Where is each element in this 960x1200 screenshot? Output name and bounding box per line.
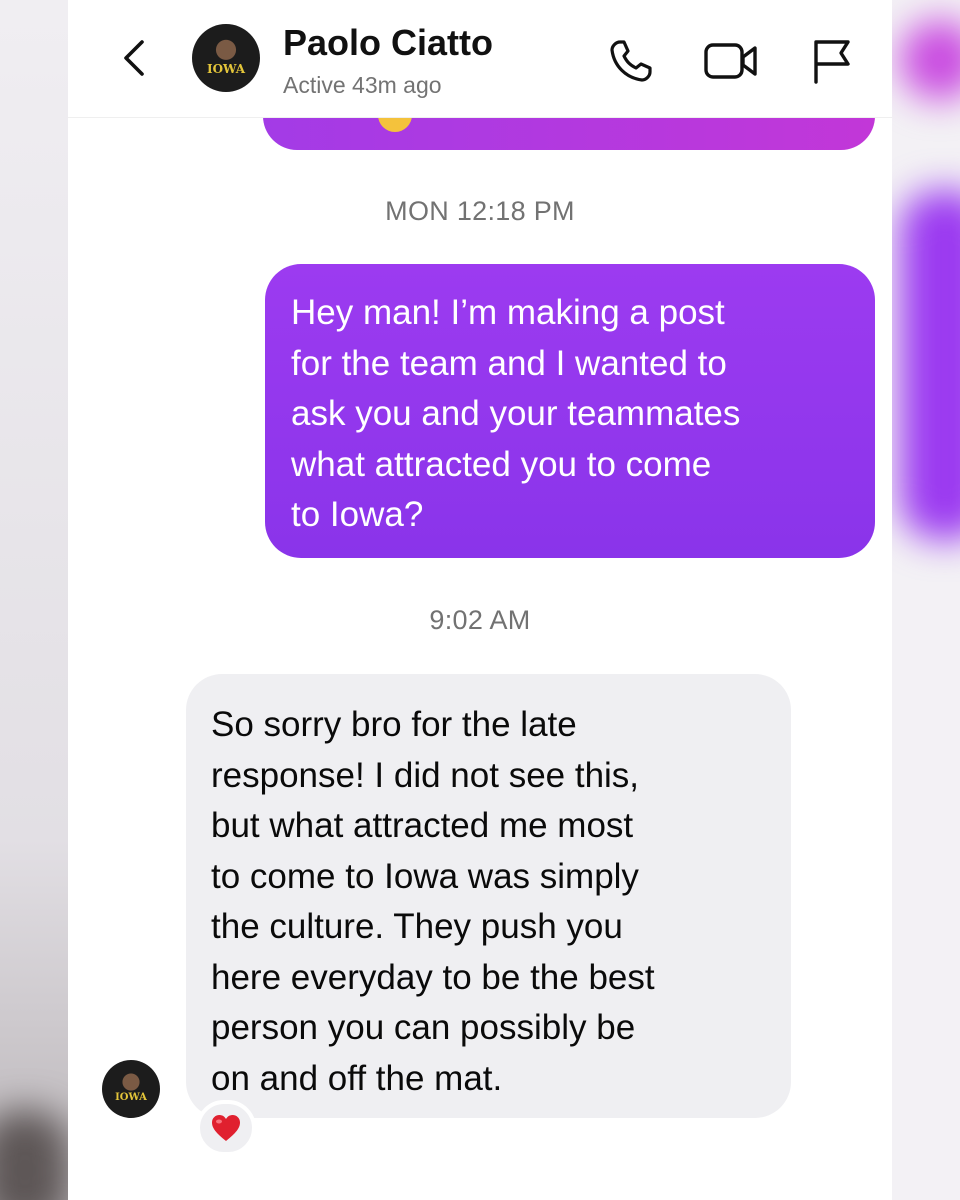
backdrop-blur: [900, 190, 960, 540]
message-reaction[interactable]: [196, 1100, 256, 1156]
avatar-shirt-text: IOWA: [115, 1092, 147, 1103]
sent-message-bubble[interactable]: Hey man! I’m making a post for the team …: [265, 264, 875, 558]
backdrop-left: [0, 0, 70, 1200]
chat-header: IOWA Paolo Ciatto Active 43m ago: [68, 0, 892, 118]
received-message-bubble[interactable]: So sorry bro for the late response! I di…: [186, 674, 791, 1118]
avatar[interactable]: IOWA: [192, 24, 260, 92]
chevron-left-icon[interactable]: [118, 36, 152, 80]
flag-icon[interactable]: [808, 36, 858, 86]
message-timestamp: MON 12:18 PM: [385, 196, 575, 226]
backdrop-right: [890, 0, 960, 1200]
phone-icon[interactable]: [606, 36, 656, 86]
chat-screen: IOWA Paolo Ciatto Active 43m ago MON 12:…: [68, 0, 892, 1200]
backdrop-blur: [0, 1110, 70, 1200]
video-camera-icon[interactable]: [703, 36, 759, 86]
active-status: Active 43m ago: [283, 72, 442, 98]
message-timestamp: 9:02 AM: [429, 605, 531, 635]
avatar-shirt-text: IOWA: [206, 62, 246, 76]
sender-avatar[interactable]: IOWA: [102, 1060, 160, 1118]
contact-name[interactable]: Paolo Ciatto: [283, 22, 493, 64]
heart-icon: [212, 1115, 240, 1141]
